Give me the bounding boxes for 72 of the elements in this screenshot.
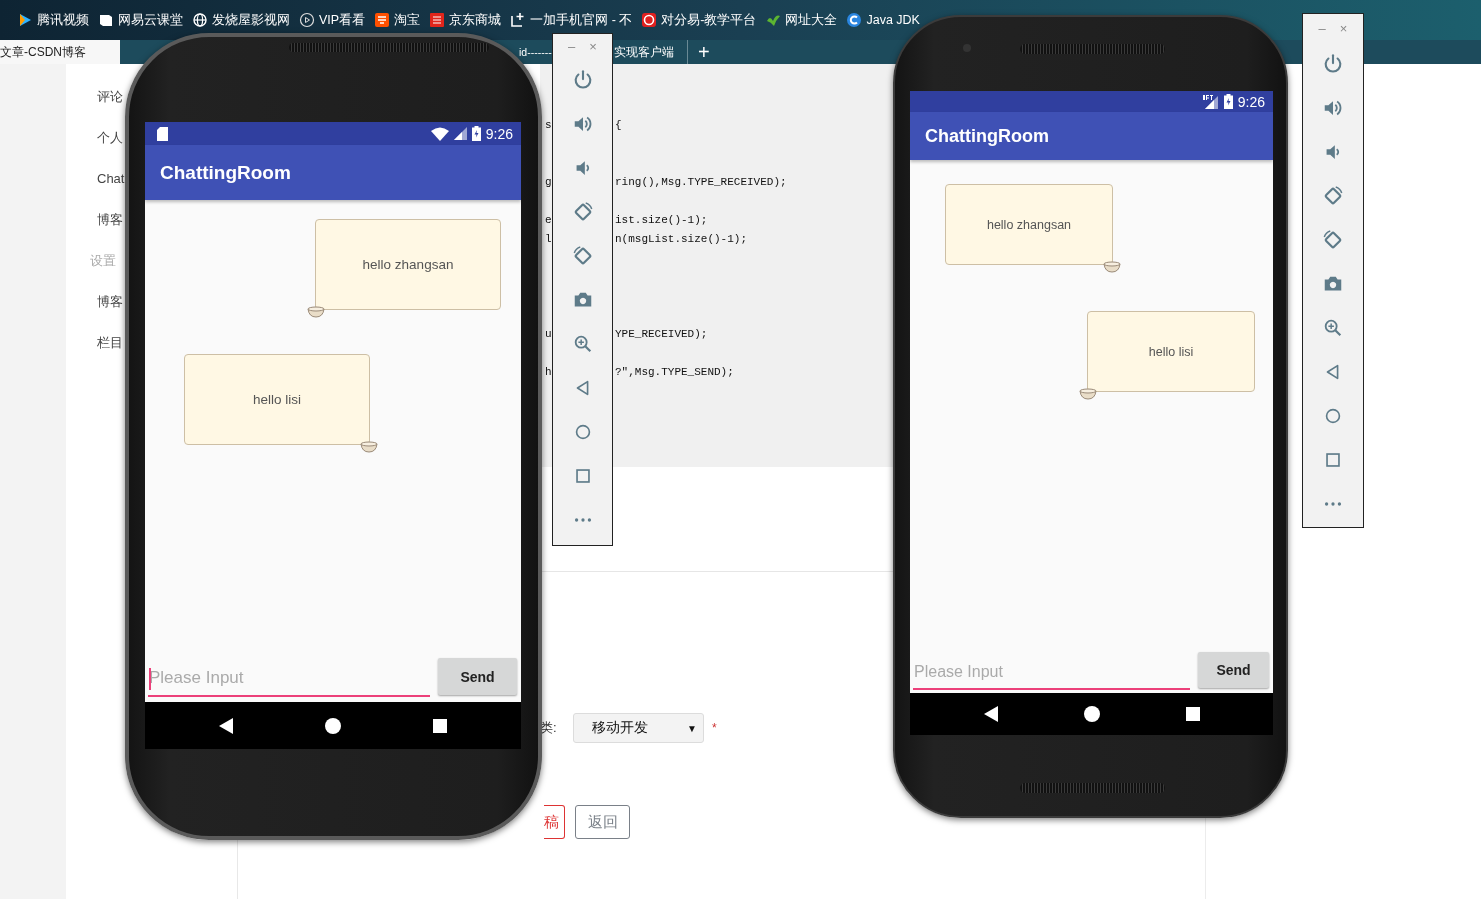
globe-icon (192, 12, 208, 28)
code-line: u (544, 327, 552, 342)
bookmark-link[interactable]: 对分易-教学平台 (641, 11, 757, 29)
bookmark-link[interactable]: 京东商城 (429, 11, 502, 29)
code-line: ring(),Msg.TYPE_RECEIVED); (615, 175, 787, 190)
sidebar-link[interactable]: 栏目 (97, 322, 123, 363)
new-tab-button[interactable]: + (698, 40, 710, 64)
code-line: l (544, 232, 552, 247)
zoom-in-icon[interactable] (1322, 317, 1344, 339)
rotate-left-icon[interactable] (1322, 185, 1344, 207)
send-button[interactable]: Send (1198, 652, 1269, 688)
rotate-right-icon[interactable] (1322, 229, 1344, 251)
bookmark-link[interactable]: 腾讯视频 (17, 11, 89, 29)
back-icon[interactable] (983, 706, 998, 722)
bookmark-link[interactable]: 发烧屋影视网 (192, 11, 290, 29)
code-line: { (615, 118, 622, 133)
back-button[interactable]: 返回 (575, 805, 630, 839)
code-line: YPE_RECEIVED); (615, 327, 708, 342)
status-time: 9:26 (485, 125, 513, 142)
sidebar-link[interactable]: 个人 (97, 117, 123, 158)
rotate-right-icon[interactable] (571, 245, 594, 267)
signal-icon (453, 127, 467, 140)
sidebar-link[interactable]: Chat (97, 158, 125, 199)
code-line: ist.size()-1); (615, 213, 708, 228)
message-text: hello lisi (1148, 344, 1194, 359)
play-icon (17, 12, 33, 28)
power-icon[interactable] (1322, 53, 1344, 75)
bookmark-link[interactable]: 一加手机官网 - 不 (510, 11, 633, 29)
bookmark-link[interactable]: VIP看看 (299, 11, 366, 29)
shop-logo-icon (429, 12, 446, 28)
category-select[interactable]: 移动开发 ▼ (573, 713, 704, 743)
battery-icon (1223, 94, 1233, 109)
play-circle-icon (299, 12, 315, 28)
signal-icon (1202, 94, 1219, 109)
sidebar-link[interactable]: 评论 (97, 76, 123, 117)
bookmark-link[interactable]: 淘宝 (374, 11, 421, 29)
recents-icon[interactable] (433, 718, 447, 733)
sidebar-heading: 设置 (90, 251, 116, 270)
book-icon (98, 12, 114, 28)
plus-box-icon (510, 12, 527, 28)
send-button[interactable]: Send (438, 658, 517, 695)
recents-icon[interactable] (1185, 707, 1200, 721)
code-line: h (544, 365, 552, 380)
message-text: hello zhangsan (986, 217, 1072, 232)
app-title: ChattingRoom (160, 161, 291, 184)
sidebar-link[interactable]: 博客 (97, 281, 123, 322)
browser-tab[interactable]: 文章-CSDN博客 (0, 40, 120, 64)
code-line: ?",Msg.TYPE_SEND); (615, 365, 734, 380)
code-line: e (544, 213, 552, 228)
sidebar-link[interactable]: 博客 (97, 199, 123, 240)
code-line: n(msgList.size()-1); (615, 232, 748, 247)
required-mark: * (712, 721, 717, 735)
message-text: hello lisi (253, 392, 301, 407)
bookmark-link[interactable]: Java JDK (846, 12, 920, 28)
home-icon[interactable] (1083, 706, 1100, 722)
home-icon[interactable] (325, 717, 341, 734)
message-input[interactable]: Please Input (913, 655, 1190, 690)
battery-icon (471, 126, 481, 141)
browser-tab[interactable]: id------- (519, 45, 552, 59)
code-line: s (544, 118, 552, 133)
shop-logo-icon (374, 12, 391, 28)
code-line: g (544, 175, 552, 190)
draft-button[interactable]: 稿 (544, 805, 565, 839)
bookmark-link[interactable]: 网易云课堂 (98, 11, 183, 29)
ring-logo-icon (846, 12, 863, 28)
seal-logo-icon (641, 12, 658, 28)
wifi-icon (430, 126, 449, 141)
status-time: 9:26 (1237, 93, 1265, 110)
bookmark-link[interactable]: 网址大全 (765, 11, 838, 29)
back-icon[interactable] (219, 717, 233, 734)
message-text: hello zhangsan (362, 257, 454, 272)
app-title: ChattingRoom (925, 125, 1049, 147)
